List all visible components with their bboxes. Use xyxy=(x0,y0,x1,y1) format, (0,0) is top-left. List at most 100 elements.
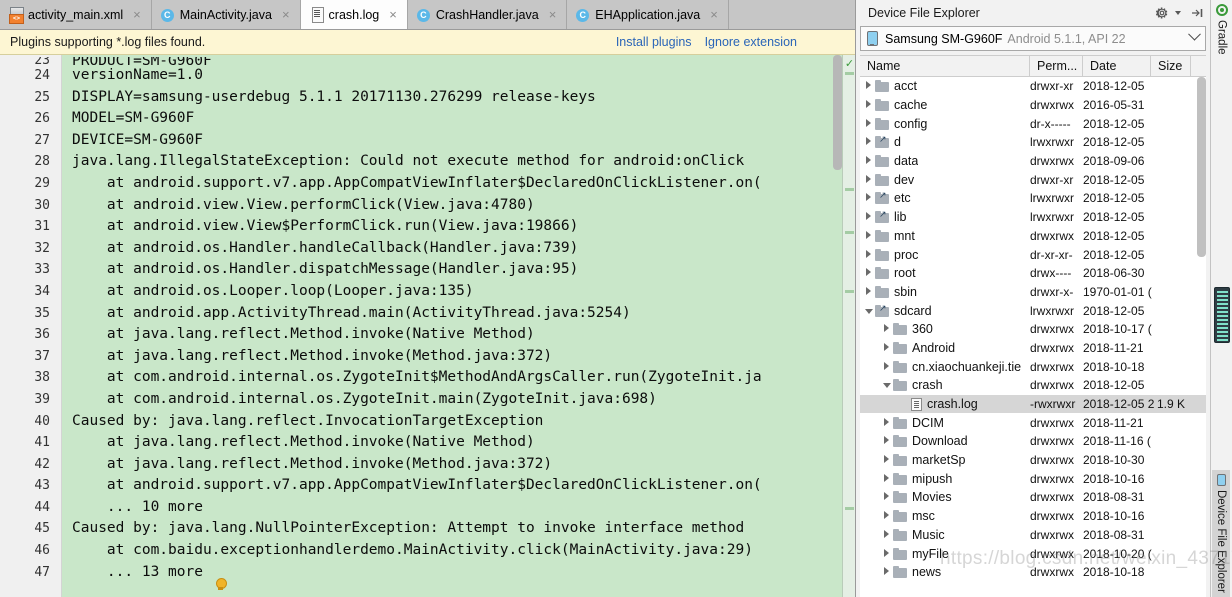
line-number[interactable]: 41 xyxy=(0,432,61,454)
column-header-date[interactable]: Date xyxy=(1083,56,1151,76)
chevron-down-icon[interactable] xyxy=(1175,11,1181,15)
code-line[interactable]: Caused by: java.lang.reflect.InvocationT… xyxy=(62,411,855,433)
column-header-size[interactable]: Size xyxy=(1151,56,1191,76)
code-line[interactable]: DISPLAY=samsung-userdebug 5.1.1 20171130… xyxy=(62,87,855,109)
inspection-marker-strip[interactable]: ✓ xyxy=(842,55,855,597)
file-tree-folder-row[interactable]: dev drwxr-xr 2018-12-05 xyxy=(860,170,1206,189)
line-number[interactable]: 46 xyxy=(0,540,61,562)
warning-marker[interactable] xyxy=(845,231,854,234)
code-editor[interactable]: 23 24 25 26 27 28 29 30 31 32 33 34 35 36 37 38 39 40 41 42… xyxy=(0,55,855,597)
gear-icon[interactable] xyxy=(1155,6,1169,20)
code-line[interactable]: ... 13 more xyxy=(62,562,855,584)
editor-tab-crashhandler-java[interactable]: CrashHandler.java × xyxy=(407,0,568,29)
chevron-right-icon[interactable] xyxy=(862,77,875,95)
chevron-right-icon[interactable] xyxy=(880,545,893,563)
code-line[interactable]: at java.lang.reflect.Method.invoke(Metho… xyxy=(62,346,855,368)
file-tree-folder-row[interactable]: acct drwxr-xr 2018-12-05 xyxy=(860,77,1206,96)
code-content[interactable]: PRODUCT=SM-G960F versionName=1.0 DISPLAY=s… xyxy=(62,55,855,597)
code-line[interactable]: at android.support.v7.app.AppCompatViewI… xyxy=(62,475,855,497)
code-line[interactable]: MODEL=SM-G960F xyxy=(62,108,855,130)
tool-window-tab-device-file-explorer[interactable]: Device File Explorer xyxy=(1212,470,1230,597)
close-icon[interactable]: × xyxy=(708,8,720,21)
editor-vertical-scrollbar[interactable] xyxy=(833,55,842,597)
file-tree-folder-row[interactable]: data drwxrwx 2018-09-06 xyxy=(860,152,1206,171)
editor-scrollbar-thumb[interactable] xyxy=(833,55,842,170)
chevron-right-icon[interactable] xyxy=(880,451,893,469)
editor-tab-ehapplication-java[interactable]: EHApplication.java × xyxy=(567,0,729,29)
warning-marker[interactable] xyxy=(845,507,854,510)
close-icon[interactable]: × xyxy=(280,8,292,21)
code-line[interactable]: at android.os.Handler.handleCallback(Han… xyxy=(62,238,855,260)
install-plugins-link[interactable]: Install plugins xyxy=(616,35,692,49)
line-number[interactable]: 26 xyxy=(0,108,61,130)
line-number[interactable]: 44 xyxy=(0,497,61,519)
file-tree-folder-row[interactable]: ↗ d lrwxrwxr 2018-12-05 xyxy=(860,133,1206,152)
line-number[interactable]: 37 xyxy=(0,346,61,368)
file-tree-folder-row[interactable]: Android drwxrwx 2018-11-21 xyxy=(860,339,1206,358)
code-line[interactable]: at android.view.View$PerformClick.run(Vi… xyxy=(62,216,855,238)
editor-tab-activity-main-xml[interactable]: activity_main.xml × xyxy=(0,0,152,29)
chevron-right-icon[interactable] xyxy=(862,227,875,245)
code-line[interactable]: at java.lang.reflect.Method.invoke(Nativ… xyxy=(62,432,855,454)
chevron-right-icon[interactable] xyxy=(862,189,875,207)
close-icon[interactable]: × xyxy=(547,8,559,21)
code-line[interactable]: at android.os.Handler.dispatchMessage(Ha… xyxy=(62,259,855,281)
file-tree-folder-row[interactable]: proc dr-xr-xr- 2018-12-05 xyxy=(860,245,1206,264)
chevron-right-icon[interactable] xyxy=(862,283,875,301)
chevron-right-icon[interactable] xyxy=(862,246,875,264)
collapse-panel-icon[interactable] xyxy=(1190,6,1204,20)
chevron-right-icon[interactable] xyxy=(880,320,893,338)
code-line[interactable]: ... 10 more xyxy=(62,497,855,519)
chevron-right-icon[interactable] xyxy=(880,526,893,544)
chevron-right-icon[interactable] xyxy=(880,339,893,357)
code-line[interactable]: at java.lang.reflect.Method.invoke(Nativ… xyxy=(62,324,855,346)
file-tree-folder-row[interactable]: marketSp drwxrwx 2018-10-30 xyxy=(860,451,1206,470)
line-number[interactable]: 36 xyxy=(0,324,61,346)
chevron-right-icon[interactable] xyxy=(862,152,875,170)
file-tree-folder-row[interactable]: Movies drwxrwx 2018-08-31 xyxy=(860,488,1206,507)
line-number[interactable]: 35 xyxy=(0,303,61,325)
line-number[interactable]: 42 xyxy=(0,454,61,476)
file-tree-folder-row[interactable]: mipush drwxrwx 2018-10-16 xyxy=(860,469,1206,488)
line-number[interactable]: 45 xyxy=(0,518,61,540)
code-line[interactable]: java.lang.IllegalStateException: Could n… xyxy=(62,151,855,173)
file-tree-folder-row[interactable]: cn.xiaochuankeji.tie drwxrwx 2018-10-18 xyxy=(860,357,1206,376)
line-number[interactable]: 23 xyxy=(0,57,61,65)
chevron-down-icon[interactable] xyxy=(1188,27,1201,41)
file-tree-folder-row[interactable]: crash drwxrwx 2018-12-05 xyxy=(860,376,1206,395)
line-number[interactable]: 47 xyxy=(0,562,61,584)
file-tree-folder-row[interactable]: Download drwxrwx 2018-11-16 ( xyxy=(860,432,1206,451)
file-tree-folder-row[interactable]: myFile drwxrwx 2018-10-20 ( xyxy=(860,544,1206,563)
line-number[interactable]: 33 xyxy=(0,259,61,281)
code-line[interactable]: versionName=1.0 xyxy=(62,65,855,87)
file-tree-folder-row[interactable]: msc drwxrwx 2018-10-16 xyxy=(860,507,1206,526)
chevron-right-icon[interactable] xyxy=(862,96,875,114)
chevron-right-icon[interactable] xyxy=(880,432,893,450)
chevron-right-icon[interactable] xyxy=(862,171,875,189)
line-number[interactable]: 38 xyxy=(0,367,61,389)
file-tree-scrollbar-thumb[interactable] xyxy=(1197,77,1206,257)
tool-window-tab-gradle[interactable]: Gradle xyxy=(1213,0,1231,59)
close-icon[interactable]: × xyxy=(387,8,399,21)
device-selector-dropdown[interactable]: Samsung SM-G960F Android 5.1.1, API 22 xyxy=(860,26,1206,51)
warning-marker[interactable] xyxy=(845,72,854,75)
line-number[interactable]: 34 xyxy=(0,281,61,303)
code-line[interactable]: PRODUCT=SM-G960F xyxy=(62,57,855,65)
code-line[interactable]: at com.android.internal.os.ZygoteInit.ma… xyxy=(62,389,855,411)
code-line[interactable]: at java.lang.reflect.Method.invoke(Metho… xyxy=(62,454,855,476)
chevron-right-icon[interactable] xyxy=(880,563,893,581)
code-line[interactable]: at com.android.internal.os.ZygoteInit$Me… xyxy=(62,367,855,389)
line-number[interactable]: 25 xyxy=(0,87,61,109)
file-tree-folder-row[interactable]: root drwx---- 2018-06-30 xyxy=(860,264,1206,283)
line-number[interactable]: 30 xyxy=(0,195,61,217)
code-line[interactable]: DEVICE=SM-G960F xyxy=(62,130,855,152)
file-tree-folder-row[interactable]: DCIM drwxrwx 2018-11-21 xyxy=(860,413,1206,432)
warning-marker[interactable] xyxy=(845,188,854,191)
file-tree-folder-row[interactable]: ↗ lib lrwxrwxr 2018-12-05 xyxy=(860,208,1206,227)
code-line[interactable]: at com.baidu.exceptionhandlerdemo.MainAc… xyxy=(62,540,855,562)
code-line[interactable]: Caused by: java.lang.NullPointerExceptio… xyxy=(62,518,855,540)
file-tree-folder-row[interactable]: 360 drwxrwx 2018-10-17 ( xyxy=(860,320,1206,339)
chevron-down-icon[interactable] xyxy=(862,302,875,320)
file-tree-folder-row[interactable]: sbin drwxr-x- 1970-01-01 ( xyxy=(860,283,1206,302)
editor-tab-mainactivity-java[interactable]: MainActivity.java × xyxy=(151,0,301,29)
